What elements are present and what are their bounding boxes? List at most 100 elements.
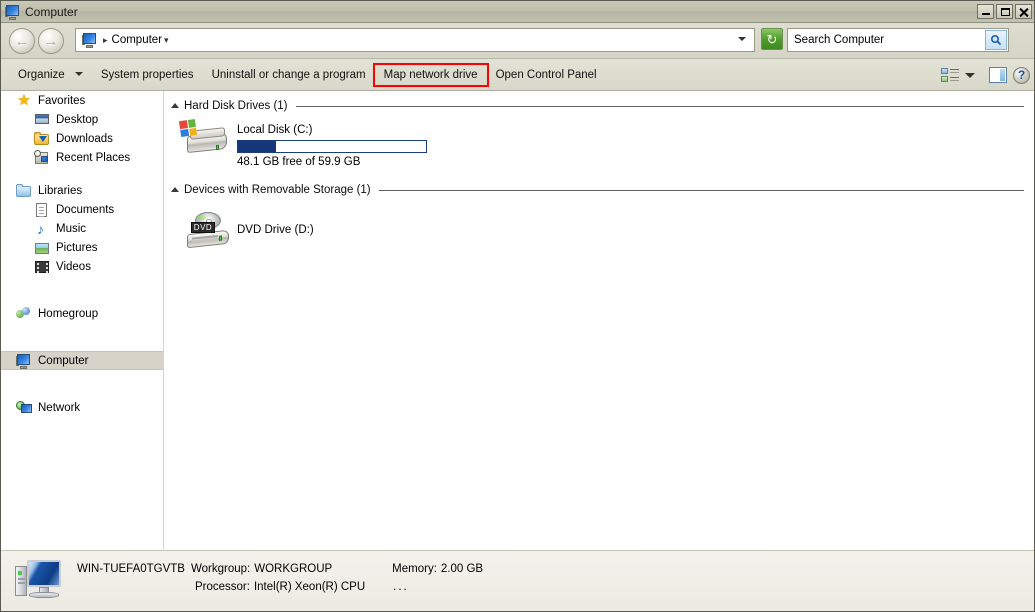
- document-icon: [34, 202, 50, 218]
- search-button[interactable]: [985, 30, 1007, 50]
- workgroup-value: WORKGROUP: [254, 563, 333, 575]
- forward-button[interactable]: →: [38, 28, 64, 54]
- command-bar: Organize System properties Uninstall or …: [1, 59, 1034, 91]
- preview-pane-icon[interactable]: [989, 67, 1007, 83]
- system-properties-button[interactable]: System properties: [92, 65, 203, 85]
- help-icon[interactable]: ?: [1013, 66, 1030, 84]
- drive-item-dvd-drive-d[interactable]: DVD DVD Drive (D:): [181, 208, 1034, 252]
- views-chevron-down-icon[interactable]: [965, 72, 975, 78]
- search-icon: [990, 34, 1002, 46]
- sidebar-label-desktop: Desktop: [56, 113, 99, 126]
- maximize-button[interactable]: [996, 4, 1013, 19]
- group-divider: [295, 105, 1024, 107]
- sidebar-item-libraries[interactable]: Libraries: [1, 181, 163, 200]
- explorer-window: Computer ← → ▸ Computer ▾ ↻ Search Compu…: [0, 0, 1035, 612]
- star-icon: ★: [17, 91, 31, 109]
- group-header-hard-disk-drives[interactable]: Hard Disk Drives (1): [171, 98, 1034, 114]
- drive-name-label: DVD Drive (D:): [237, 224, 314, 236]
- organize-label: Organize: [18, 68, 65, 81]
- breadcrumb-computer[interactable]: Computer: [112, 34, 163, 46]
- memory-value: 2.00 GB: [440, 563, 484, 575]
- sidebar-item-videos[interactable]: Videos: [1, 257, 163, 276]
- capacity-bar: [237, 140, 427, 153]
- sidebar-item-recent-places[interactable]: Recent Places: [1, 148, 163, 167]
- open-control-panel-button[interactable]: Open Control Panel: [487, 65, 606, 85]
- sidebar-label-homegroup: Homegroup: [38, 307, 99, 320]
- windows-logo-badge-icon: [178, 118, 198, 138]
- group-title: Devices with Removable Storage (1): [184, 184, 371, 196]
- sidebar-label-downloads: Downloads: [56, 132, 113, 145]
- details-line-two: Processor: Intel(R) Xeon(R) CPU ...: [195, 581, 483, 593]
- breadcrumb-separator: ▸: [103, 34, 108, 45]
- window-controls: [977, 4, 1032, 19]
- breadcrumb-caret-icon[interactable]: ▾: [164, 35, 169, 46]
- drive-free-space-label: 48.1 GB free of 59.9 GB: [237, 156, 361, 168]
- music-note-icon: ♪: [37, 220, 44, 237]
- sidebar-item-homegroup[interactable]: Homegroup: [1, 304, 163, 323]
- sidebar-item-pictures[interactable]: Pictures: [1, 238, 163, 257]
- search-box[interactable]: Search Computer: [787, 28, 1009, 52]
- search-input[interactable]: Search Computer: [794, 34, 884, 46]
- sidebar-label-network: Network: [38, 401, 81, 414]
- refresh-button[interactable]: ↻: [761, 28, 783, 50]
- memory-label: Memory:: [392, 563, 437, 575]
- sidebar-item-favorites[interactable]: ★ Favorites: [1, 91, 163, 110]
- navigation-pane[interactable]: ★ Favorites Desktop Downloads Recent Pla…: [1, 91, 164, 549]
- dvd-drive-icon: DVD: [181, 208, 233, 252]
- computer-icon: [5, 4, 21, 20]
- file-list-pane[interactable]: Hard Disk Drives (1) Local Disk (C:) 48.…: [165, 91, 1034, 549]
- sidebar-item-downloads[interactable]: Downloads: [1, 129, 163, 148]
- sidebar-item-music[interactable]: ♪ Music: [1, 219, 163, 238]
- dvd-badge-label: DVD: [191, 222, 215, 233]
- sidebar-label-videos: Videos: [56, 260, 91, 273]
- sidebar-label-recent-places: Recent Places: [56, 151, 131, 164]
- drive-item-local-disk-c[interactable]: Local Disk (C:) 48.1 GB free of 59.9 GB: [178, 118, 1034, 168]
- map-network-drive-button[interactable]: Map network drive: [372, 62, 489, 87]
- sidebar-label-pictures: Pictures: [56, 241, 98, 254]
- sidebar-label-music: Music: [56, 222, 87, 235]
- collapse-arrow-icon[interactable]: [171, 187, 179, 192]
- chevron-down-icon: [74, 72, 83, 77]
- hard-drive-icon: [178, 118, 233, 164]
- sidebar-item-desktop[interactable]: Desktop: [1, 110, 163, 129]
- refresh-icon: ↻: [766, 31, 778, 47]
- processor-value: Intel(R) Xeon(R) CPU: [253, 581, 366, 593]
- group-title: Hard Disk Drives (1): [184, 100, 288, 112]
- computer-icon: [16, 353, 32, 369]
- workgroup-label: Workgroup:: [190, 563, 251, 575]
- desktop-icon: [34, 112, 50, 128]
- address-history-dropdown-icon[interactable]: [738, 37, 746, 41]
- back-arrow-icon: ←: [14, 32, 30, 50]
- address-computer-icon: [82, 32, 98, 48]
- collapse-arrow-icon[interactable]: [171, 103, 179, 108]
- group-divider: [378, 189, 1024, 191]
- libraries-folder-icon: [16, 183, 32, 199]
- homegroup-icon: [16, 306, 32, 322]
- drive-details: Local Disk (C:) 48.1 GB free of 59.9 GB: [237, 120, 427, 168]
- close-button[interactable]: [1015, 4, 1032, 19]
- network-icon: [16, 400, 32, 416]
- sidebar-label-documents: Documents: [56, 203, 115, 216]
- group-header-devices-with-removable-storage[interactable]: Devices with Removable Storage (1): [171, 182, 1034, 198]
- sidebar-item-network[interactable]: Network: [1, 398, 163, 417]
- views-icon[interactable]: [941, 67, 959, 83]
- uninstall-or-change-a-program-button[interactable]: Uninstall or change a program: [203, 65, 375, 85]
- computer-name-label: WIN-TUEFA0TGVTB: [77, 563, 185, 575]
- back-button[interactable]: ←: [9, 28, 35, 54]
- details-line-one: WIN-TUEFA0TGVTB Workgroup: WORKGROUP Mem…: [77, 563, 483, 575]
- sidebar-label-favorites: Favorites: [38, 94, 86, 107]
- sidebar-label-computer: Computer: [38, 354, 89, 367]
- processor-label: Processor:: [195, 581, 250, 593]
- organize-button[interactable]: Organize: [9, 65, 92, 85]
- sidebar-item-computer[interactable]: Computer: [1, 351, 163, 370]
- minimize-button[interactable]: [977, 4, 994, 19]
- processor-ellipsis: ...: [393, 581, 409, 593]
- details-text: WIN-TUEFA0TGVTB Workgroup: WORKGROUP Mem…: [77, 563, 483, 593]
- address-bar[interactable]: ▸ Computer ▾: [75, 28, 755, 52]
- sidebar-item-documents[interactable]: Documents: [1, 200, 163, 219]
